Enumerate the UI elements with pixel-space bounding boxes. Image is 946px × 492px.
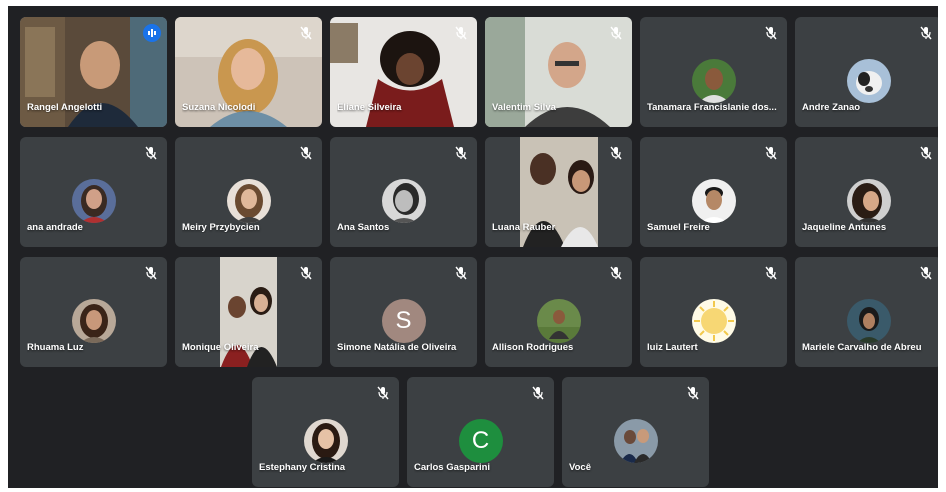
mic-off-icon	[610, 26, 622, 40]
mic-off-icon	[920, 146, 932, 160]
participant-tile[interactable]: Mariele Carvalho de Abreu	[795, 257, 938, 367]
meeting-grid: Rangel Angelotti Suzana Nicolodi Eliane …	[8, 6, 938, 488]
participant-name: Andre Zanao	[802, 102, 861, 113]
participant-tile[interactable]: Andre Zanao	[795, 17, 938, 127]
participant-tile[interactable]: Rhuama Luz	[20, 257, 167, 367]
avatar	[691, 179, 736, 223]
mic-off-icon	[377, 386, 389, 400]
participant-name: Você	[569, 462, 592, 473]
participant-name: Suzana Nicolodi	[182, 102, 256, 113]
participant-tile[interactable]: ana andrade	[20, 137, 167, 247]
participant-name: Rhuama Luz	[27, 342, 84, 353]
participant-name: Valentim Silva	[492, 102, 556, 113]
avatar	[71, 299, 116, 343]
avatar: C	[458, 419, 503, 463]
mic-off-icon	[687, 386, 699, 400]
participant-tile[interactable]: S Simone Natália de Oliveira	[330, 257, 477, 367]
avatar	[71, 179, 116, 223]
mic-off-icon	[610, 146, 622, 160]
mic-off-icon	[765, 266, 777, 280]
participant-name: luiz Lautert	[647, 342, 698, 353]
participant-tile[interactable]: Estephany Cristina	[252, 377, 399, 487]
participant-name: Allison Rodrigues	[492, 342, 574, 353]
participant-tile[interactable]: C Carlos Gasparini	[407, 377, 554, 487]
participant-tile[interactable]: luiz Lautert	[640, 257, 787, 367]
participant-name: Carlos Gasparini	[414, 462, 491, 473]
participant-name: Ana Santos	[337, 222, 390, 233]
avatar	[846, 299, 891, 343]
avatar: S	[381, 299, 426, 343]
participant-tile[interactable]: Tanamara Francislanie dos...	[640, 17, 787, 127]
mic-off-icon	[920, 266, 932, 280]
avatar	[691, 299, 736, 343]
participant-tile[interactable]: Allison Rodrigues	[485, 257, 632, 367]
avatar	[846, 179, 891, 223]
participant-tile[interactable]: Você	[562, 377, 709, 487]
participant-name: Rangel Angelotti	[27, 102, 103, 113]
participant-tile[interactable]: Eliane Silveira	[330, 17, 477, 127]
mic-off-icon	[532, 386, 544, 400]
mic-off-icon	[765, 146, 777, 160]
avatar-letter: C	[471, 427, 490, 454]
avatar	[381, 179, 426, 223]
mic-off-icon	[145, 266, 157, 280]
mic-off-icon	[455, 146, 467, 160]
mic-off-icon	[920, 26, 932, 40]
mic-off-icon	[610, 266, 622, 280]
speaking-indicator-icon	[143, 24, 161, 42]
mic-off-icon	[300, 266, 312, 280]
avatar	[226, 179, 271, 223]
participant-tile[interactable]: Jaqueline Antunes	[795, 137, 938, 247]
participant-name: Luana Rauber	[492, 222, 556, 233]
participant-name: Estephany Cristina	[259, 462, 346, 473]
participant-name: Jaqueline Antunes	[802, 222, 887, 233]
participant-name: Samuel Freire	[647, 222, 710, 233]
participant-tile[interactable]: Monique Oliveira	[175, 257, 322, 367]
participant-tile[interactable]: Meiry Przybycien	[175, 137, 322, 247]
mic-off-icon	[455, 26, 467, 40]
participant-name: Monique Oliveira	[182, 342, 259, 353]
participant-tile[interactable]: Rangel Angelotti	[20, 17, 167, 127]
avatar	[303, 419, 348, 463]
participant-name: Eliane Silveira	[337, 102, 402, 113]
participant-tile[interactable]: Samuel Freire	[640, 137, 787, 247]
participant-tile[interactable]: Suzana Nicolodi	[175, 17, 322, 127]
participant-name: ana andrade	[27, 222, 83, 233]
mic-off-icon	[300, 26, 312, 40]
participant-name: Meiry Przybycien	[182, 222, 260, 233]
mic-off-icon	[300, 146, 312, 160]
mic-off-icon	[455, 266, 467, 280]
mic-off-icon	[145, 146, 157, 160]
participant-name: Tanamara Francislanie dos...	[647, 102, 777, 113]
avatar	[846, 59, 891, 103]
avatar-letter: S	[395, 307, 412, 334]
participant-tile[interactable]: Luana Rauber	[485, 137, 632, 247]
mic-off-icon	[765, 26, 777, 40]
participant-tile[interactable]: Ana Santos	[330, 137, 477, 247]
avatar	[613, 419, 658, 463]
participant-name: Simone Natália de Oliveira	[337, 342, 457, 353]
participant-tile[interactable]: Valentim Silva	[485, 17, 632, 127]
avatar	[536, 299, 581, 343]
avatar	[691, 59, 736, 103]
participant-name: Mariele Carvalho de Abreu	[802, 342, 922, 353]
